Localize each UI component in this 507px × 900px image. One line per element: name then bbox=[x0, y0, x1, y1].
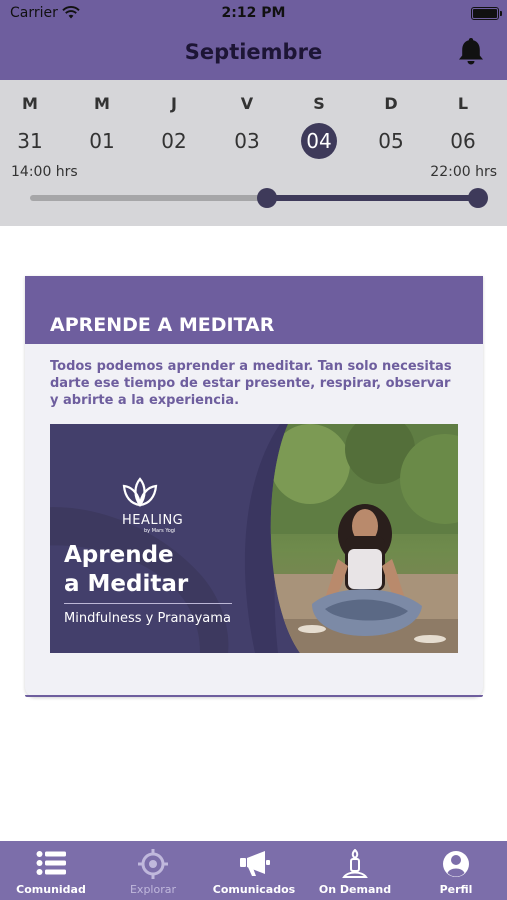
day-letter: M bbox=[94, 94, 110, 113]
header-bar: Carrier 2:12 PM Septiembre bbox=[0, 0, 507, 80]
status-time: 2:12 PM bbox=[221, 5, 286, 21]
meditation-figure-icon bbox=[342, 849, 368, 878]
user-circle-icon bbox=[443, 851, 469, 877]
day-number-selected: 04 bbox=[301, 123, 337, 159]
week-selector: M 31 M 01 J 02 V 03 S 04 D 05 L 06 14:00… bbox=[0, 80, 507, 226]
megaphone-icon bbox=[240, 851, 270, 876]
day-number: 06 bbox=[450, 129, 476, 153]
tab-label: Explorar bbox=[129, 883, 176, 896]
tab-comunidad[interactable]: Comunidad bbox=[0, 841, 102, 900]
crosshair-icon bbox=[138, 849, 168, 879]
card-header: APRENDE A MEDITAR bbox=[25, 276, 483, 344]
class-card[interactable]: APRENDE A MEDITAR Todos podemos aprender… bbox=[25, 276, 483, 697]
slider-selected-range bbox=[266, 195, 478, 201]
card-bottom-border bbox=[25, 695, 483, 697]
day-letter: L bbox=[457, 94, 469, 113]
day-cell[interactable]: J 02 bbox=[152, 93, 196, 159]
tab-label: Comunidad bbox=[16, 883, 86, 896]
day-letter: D bbox=[384, 94, 398, 113]
page-title: Septiembre bbox=[184, 40, 323, 64]
lotus-logo-icon bbox=[122, 477, 158, 507]
banner-title-line1: Aprende bbox=[64, 542, 174, 568]
banner-subtitle: Mindfulness y Pranayama bbox=[64, 611, 231, 626]
tab-explorar[interactable]: Explorar bbox=[102, 841, 204, 900]
tab-on-demand[interactable]: On Demand bbox=[304, 841, 406, 900]
day-letter: S bbox=[313, 94, 325, 113]
range-start-label: 14:00 hrs bbox=[11, 164, 78, 180]
slider-end-handle[interactable] bbox=[468, 188, 488, 208]
day-cell[interactable]: L 06 bbox=[441, 93, 485, 159]
time-range-slider[interactable] bbox=[30, 195, 478, 201]
day-letter: V bbox=[240, 94, 254, 113]
day-cell[interactable]: D 05 bbox=[369, 93, 413, 159]
day-cell[interactable]: M 31 bbox=[8, 93, 52, 159]
day-list: M 31 M 01 J 02 V 03 S 04 D 05 L 06 bbox=[0, 93, 507, 159]
tab-label: Comunicados bbox=[212, 883, 296, 896]
day-number: 02 bbox=[161, 129, 187, 153]
tab-comunicados[interactable]: Comunicados bbox=[203, 841, 305, 900]
brand-subtitle: by Mars Yogi bbox=[144, 528, 176, 534]
battery-icon bbox=[471, 7, 502, 20]
day-letter: J bbox=[171, 94, 177, 113]
banner-title-line2: a Meditar bbox=[64, 571, 189, 597]
day-letter: M bbox=[22, 94, 38, 113]
brand-name: HEALING bbox=[122, 513, 184, 528]
tab-label: On Demand bbox=[318, 883, 392, 896]
status-bar: Carrier 2:12 PM bbox=[0, 0, 507, 26]
list-icon bbox=[36, 851, 66, 875]
day-number: 31 bbox=[17, 129, 43, 153]
day-number: 01 bbox=[89, 129, 115, 153]
bell-icon[interactable] bbox=[457, 36, 485, 66]
day-number: 05 bbox=[378, 129, 404, 153]
tab-bar: Comunidad Explorar Comunicados On Demand bbox=[0, 841, 507, 900]
day-cell[interactable]: V 03 bbox=[225, 93, 269, 159]
day-cell-selected[interactable]: S 04 bbox=[297, 93, 341, 159]
range-end-label: 22:00 hrs bbox=[430, 164, 497, 180]
class-banner[interactable]: HEALING by Mars Yogi Aprende a Meditar M… bbox=[50, 424, 458, 653]
tab-label: Perfil bbox=[439, 883, 473, 896]
card-description: Todos podemos aprender a meditar. Tan so… bbox=[50, 359, 452, 408]
banner-divider bbox=[64, 603, 232, 604]
card-title: APRENDE A MEDITAR bbox=[50, 314, 275, 336]
day-number: 03 bbox=[234, 129, 260, 153]
tab-perfil[interactable]: Perfil bbox=[405, 841, 507, 900]
slider-start-handle[interactable] bbox=[257, 188, 277, 208]
day-cell[interactable]: M 01 bbox=[80, 93, 124, 159]
